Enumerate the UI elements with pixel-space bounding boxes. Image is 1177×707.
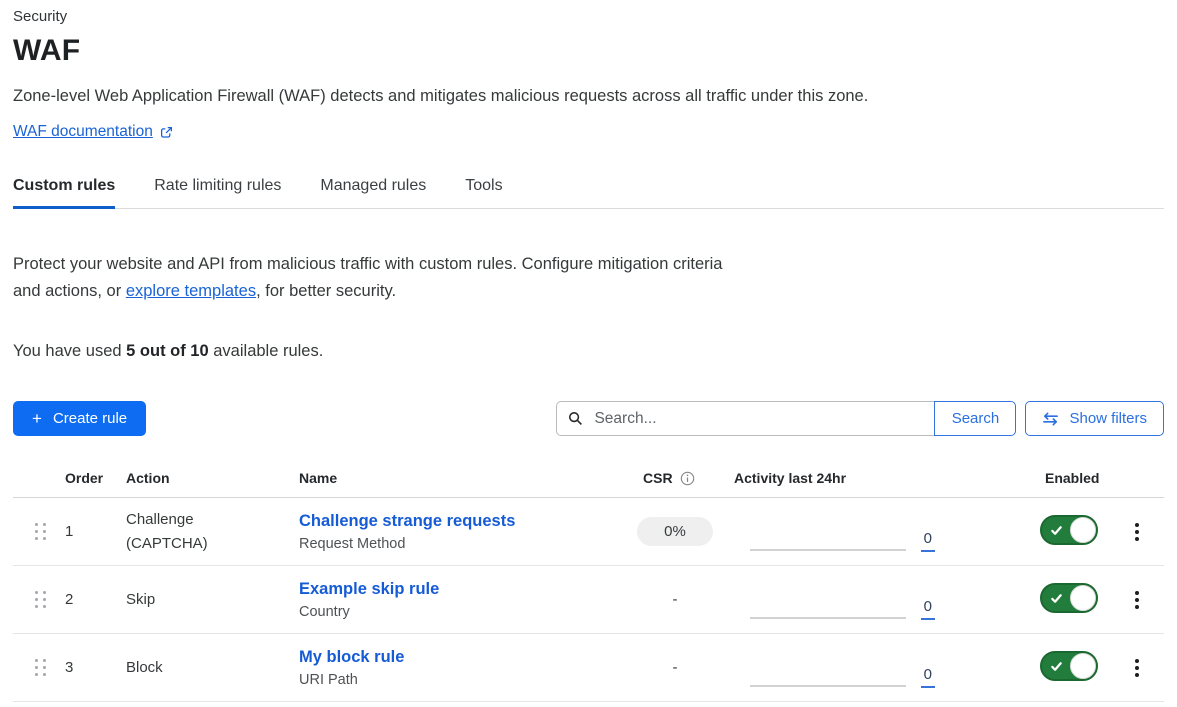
rule-name-link[interactable]: Challenge strange requests bbox=[299, 512, 630, 531]
intro-text-after: , for better security. bbox=[256, 282, 396, 300]
header-order: Order bbox=[65, 470, 126, 486]
show-filters-label: Show filters bbox=[1069, 410, 1147, 427]
rule-match-field: Request Method bbox=[299, 536, 630, 552]
enabled-toggle[interactable] bbox=[1040, 651, 1098, 681]
activity-sparkline bbox=[750, 685, 906, 687]
search-input-wrap bbox=[556, 401, 934, 436]
table-row: 3 Block My block rule URI Path - 0 bbox=[13, 634, 1164, 702]
activity-sparkline bbox=[750, 617, 906, 619]
waf-documentation-label: WAF documentation bbox=[13, 123, 153, 141]
tab-custom-rules[interactable]: Custom rules bbox=[13, 177, 115, 209]
usage-count: 5 out of 10 bbox=[126, 342, 209, 360]
usage-before: You have used bbox=[13, 342, 126, 360]
activity-sparkline bbox=[750, 549, 906, 551]
toggle-knob bbox=[1070, 585, 1096, 611]
toggle-knob bbox=[1070, 653, 1096, 679]
rule-action: Block bbox=[126, 656, 299, 680]
csr-value: - bbox=[673, 659, 678, 676]
activity-count[interactable]: 0 bbox=[921, 531, 935, 552]
breadcrumb-security: Security bbox=[13, 8, 1164, 25]
info-icon[interactable] bbox=[680, 471, 695, 486]
kebab-menu-button[interactable] bbox=[1129, 585, 1145, 615]
kebab-menu-button[interactable] bbox=[1129, 517, 1145, 547]
search-icon bbox=[568, 411, 592, 426]
create-rule-button[interactable]: + Create rule bbox=[13, 401, 146, 436]
drag-handle[interactable] bbox=[31, 519, 50, 544]
activity-count[interactable]: 0 bbox=[921, 599, 935, 620]
rules-usage-text: You have used 5 out of 10 available rule… bbox=[13, 342, 1164, 361]
rule-match-field: Country bbox=[299, 604, 630, 620]
external-link-icon bbox=[160, 126, 173, 139]
toolbar-right: Search Show filters bbox=[556, 401, 1164, 436]
rule-enabled-cell bbox=[1030, 583, 1110, 616]
rule-activity-cell: 0 bbox=[720, 634, 935, 701]
header-csr: CSR bbox=[630, 470, 720, 486]
enabled-toggle[interactable] bbox=[1040, 583, 1098, 613]
rule-csr-cell: - bbox=[630, 659, 720, 677]
rule-activity-cell: 0 bbox=[720, 566, 935, 633]
header-enabled: Enabled bbox=[1030, 470, 1110, 486]
header-action: Action bbox=[126, 470, 299, 486]
csr-value: 0% bbox=[637, 517, 713, 546]
rule-enabled-cell bbox=[1030, 651, 1110, 684]
rule-csr-cell: 0% bbox=[630, 517, 720, 546]
rule-match-field: URI Path bbox=[299, 672, 630, 688]
kebab-menu-button[interactable] bbox=[1129, 653, 1145, 683]
search-input[interactable] bbox=[592, 409, 923, 429]
rule-name-cell: Challenge strange requests Request Metho… bbox=[299, 512, 630, 552]
show-filters-button[interactable]: Show filters bbox=[1025, 401, 1164, 436]
rules-table: Order Action Name CSR Activity last 24hr… bbox=[13, 465, 1164, 702]
page-title: WAF bbox=[13, 34, 1164, 68]
waf-documentation-link[interactable]: WAF documentation bbox=[13, 123, 173, 141]
rule-enabled-cell bbox=[1030, 515, 1110, 548]
table-row: 1 Challenge (CAPTCHA) Challenge strange … bbox=[13, 498, 1164, 566]
table-row: 2 Skip Example skip rule Country - 0 bbox=[13, 566, 1164, 634]
header-activity: Activity last 24hr bbox=[720, 470, 935, 486]
explore-templates-link[interactable]: explore templates bbox=[126, 282, 256, 300]
rule-order: 1 bbox=[65, 523, 126, 540]
search-button[interactable]: Search bbox=[934, 401, 1016, 436]
drag-handle[interactable] bbox=[31, 655, 50, 680]
rule-name-cell: My block rule URI Path bbox=[299, 648, 630, 688]
page-description: Zone-level Web Application Firewall (WAF… bbox=[13, 87, 1164, 106]
usage-after: available rules. bbox=[209, 342, 324, 360]
tab-rate-limiting-rules[interactable]: Rate limiting rules bbox=[154, 177, 281, 208]
csr-value: - bbox=[673, 591, 678, 608]
plus-icon: + bbox=[32, 410, 42, 427]
activity-count[interactable]: 0 bbox=[921, 667, 935, 688]
rules-table-body: 1 Challenge (CAPTCHA) Challenge strange … bbox=[13, 498, 1164, 702]
rule-name-link[interactable]: My block rule bbox=[299, 648, 630, 667]
rule-activity-cell: 0 bbox=[720, 498, 935, 565]
swap-arrows-icon bbox=[1042, 412, 1059, 426]
tab-managed-rules[interactable]: Managed rules bbox=[320, 177, 426, 208]
check-icon bbox=[1050, 592, 1063, 605]
rule-order: 2 bbox=[65, 591, 126, 608]
check-icon bbox=[1050, 660, 1063, 673]
enabled-toggle[interactable] bbox=[1040, 515, 1098, 545]
header-csr-label: CSR bbox=[643, 470, 673, 486]
check-icon bbox=[1050, 524, 1063, 537]
rule-name-cell: Example skip rule Country bbox=[299, 580, 630, 620]
waf-page: Security WAF Zone-level Web Application … bbox=[0, 0, 1177, 702]
custom-rules-intro: Protect your website and API from malici… bbox=[13, 251, 751, 305]
toggle-knob bbox=[1070, 517, 1096, 543]
rule-order: 3 bbox=[65, 659, 126, 676]
rule-action: Skip bbox=[126, 588, 299, 612]
rule-action: Challenge (CAPTCHA) bbox=[126, 508, 299, 556]
rules-toolbar: + Create rule Search bbox=[13, 401, 1164, 436]
drag-handle[interactable] bbox=[31, 587, 50, 612]
tab-tools[interactable]: Tools bbox=[465, 177, 502, 208]
waf-tabs: Custom rules Rate limiting rules Managed r… bbox=[13, 177, 1164, 209]
create-rule-label: Create rule bbox=[53, 410, 127, 427]
header-name: Name bbox=[299, 470, 630, 486]
rule-csr-cell: - bbox=[630, 591, 720, 609]
rules-table-header: Order Action Name CSR Activity last 24hr… bbox=[13, 465, 1164, 498]
rule-name-link[interactable]: Example skip rule bbox=[299, 580, 630, 599]
